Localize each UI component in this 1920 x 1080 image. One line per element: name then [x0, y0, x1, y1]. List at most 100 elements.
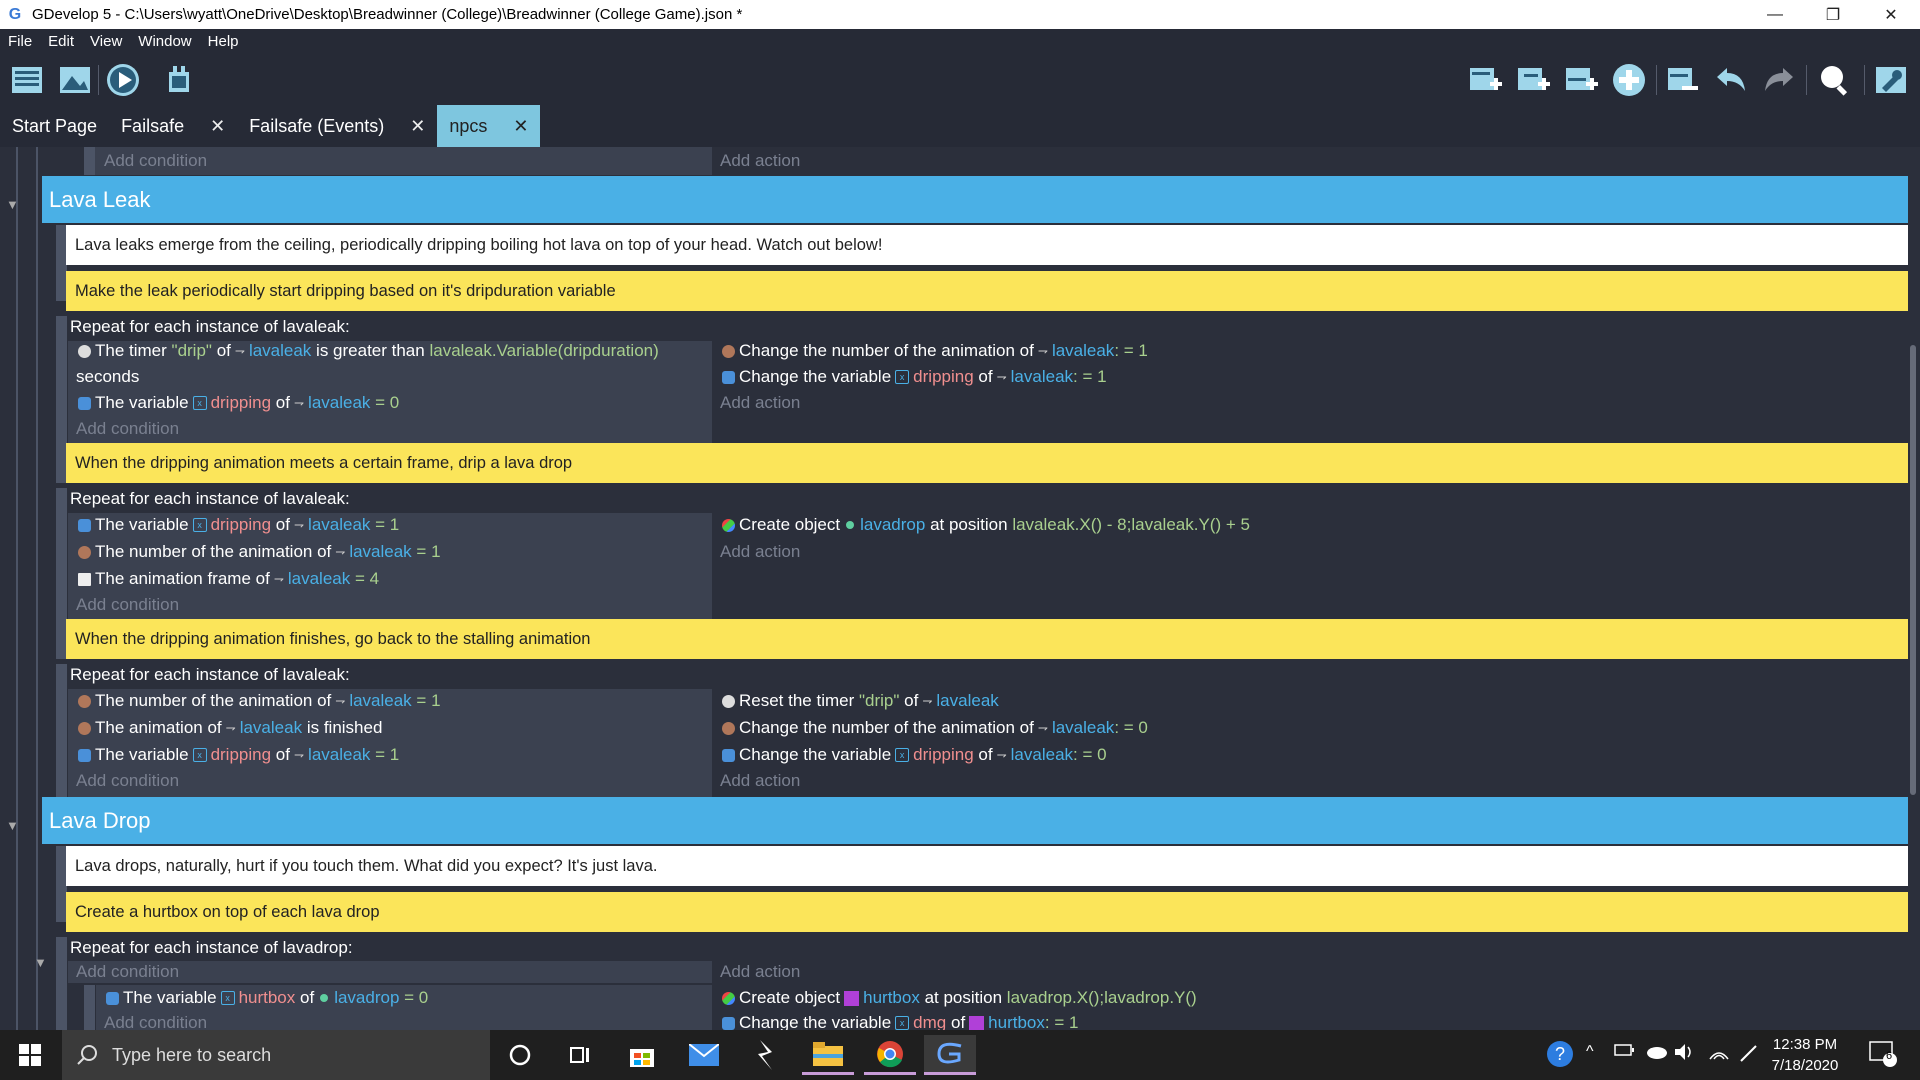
- action-change-variable[interactable]: Change the variable x dmg of hurtbox: = 1: [722, 1011, 1078, 1030]
- comment-event[interactable]: Lava leaks emerge from the ceiling, peri…: [66, 225, 1908, 265]
- condition-animation-number[interactable]: The number of the animation of ⇁ lavaleak …: [78, 540, 441, 564]
- condition-animation-frame[interactable]: The animation frame of ⇁ lavaleak = 4: [78, 567, 379, 591]
- close-icon[interactable]: ✕: [210, 116, 225, 137]
- condition-variable[interactable]: The variable x dripping of ⇁ lavaleak = 1: [78, 513, 399, 537]
- group-header-lava-leak[interactable]: Lava Leak: [42, 176, 1908, 223]
- delete-icon[interactable]: [1664, 61, 1702, 99]
- wifi-icon[interactable]: [1708, 1043, 1730, 1066]
- comment-event[interactable]: Create a hurtbox on top of each lava dro…: [66, 892, 1908, 932]
- project-manager-icon[interactable]: [8, 61, 46, 99]
- chrome-icon[interactable]: [864, 1035, 916, 1075]
- group-header-lava-drop[interactable]: Lava Drop: [42, 797, 1908, 844]
- volume-icon[interactable]: [1674, 1043, 1696, 1066]
- condition-animation-number[interactable]: The number of the animation of ⇁ lavaleak …: [78, 689, 441, 713]
- add-action-link[interactable]: Add action: [720, 391, 800, 415]
- menu-window[interactable]: Window: [130, 33, 199, 50]
- comment-event[interactable]: Lava drops, naturally, hurt if you touch…: [66, 846, 1908, 886]
- repeat-event-header[interactable]: Repeat for each instance of lavadrop:: [70, 938, 353, 958]
- vertical-scrollbar[interactable]: [1910, 345, 1916, 795]
- store-icon[interactable]: [616, 1035, 668, 1075]
- add-condition-link[interactable]: Add condition: [104, 149, 207, 173]
- add-condition-link[interactable]: Add condition: [104, 1011, 207, 1030]
- comment-event[interactable]: Make the leak periodically start drippin…: [66, 271, 1908, 311]
- cortana-icon[interactable]: [494, 1035, 546, 1075]
- windows-start-icon[interactable]: [4, 1035, 56, 1075]
- variable-icon: [78, 396, 91, 410]
- system-clock[interactable]: 12:38 PM 7/18/2020: [1760, 1034, 1850, 1076]
- animation-icon: [78, 721, 91, 735]
- collapse-arrow-icon[interactable]: ▼: [34, 955, 48, 970]
- action-create-object[interactable]: Create object hurtbox at position lavadro…: [722, 986, 1197, 1010]
- tab-label: Failsafe (Events): [249, 115, 385, 136]
- condition-variable[interactable]: The variable x hurtbox of lavadrop = 0: [106, 986, 428, 1010]
- add-condition-link[interactable]: Add condition: [76, 769, 179, 793]
- menu-view[interactable]: View: [82, 33, 130, 50]
- add-action-link[interactable]: Add action: [720, 769, 800, 793]
- menu-edit[interactable]: Edit: [40, 33, 82, 50]
- close-icon[interactable]: ✕: [513, 116, 528, 137]
- onedrive-icon[interactable]: [1644, 1043, 1668, 1064]
- pen-icon[interactable]: [1738, 1043, 1760, 1068]
- condition-variable[interactable]: The variable x dripping of ⇁ lavaleak = 1: [78, 743, 399, 767]
- add-event-icon[interactable]: [1466, 61, 1504, 99]
- tab-label: Failsafe: [121, 115, 185, 136]
- tab-npcs[interactable]: npcs ✕: [437, 105, 541, 147]
- debug-icon[interactable]: [160, 61, 198, 99]
- action-change-animation[interactable]: Change the number of the animation of ⇁ la…: [722, 339, 1148, 363]
- undo-icon[interactable]: [1712, 61, 1750, 99]
- action-reset-timer[interactable]: Reset the timer "drip" of ⇁ lavaleak: [722, 689, 999, 713]
- add-icon[interactable]: [1610, 61, 1648, 99]
- action-change-animation[interactable]: Change the number of the animation of ⇁ la…: [722, 716, 1148, 740]
- app-icon[interactable]: [740, 1035, 792, 1075]
- collapse-arrow-icon[interactable]: ▼: [6, 197, 20, 212]
- help-icon[interactable]: ?: [1546, 1040, 1574, 1073]
- action-change-variable[interactable]: Change the variable x dripping of ⇁ lavaleak…: [722, 365, 1107, 389]
- close-window-button[interactable]: ✕: [1862, 0, 1920, 29]
- condition-variable[interactable]: The variable x dripping of ⇁ lavaleak = 0: [78, 391, 399, 415]
- add-condition-link[interactable]: Add condition: [76, 960, 179, 984]
- settings-icon[interactable]: [1872, 61, 1910, 99]
- add-condition-link[interactable]: Add condition: [76, 417, 179, 441]
- tab-start-page[interactable]: Start Page: [0, 105, 109, 147]
- action-change-variable[interactable]: Change the variable x dripping of ⇁ lavaleak…: [722, 743, 1107, 767]
- repeat-event-header[interactable]: Repeat for each instance of lavaleak:: [70, 665, 350, 685]
- comment-event[interactable]: When the dripping animation finishes, go…: [66, 619, 1908, 659]
- tab-failsafe-events[interactable]: Failsafe (Events) ✕: [237, 105, 437, 147]
- add-other-event-icon[interactable]: [1562, 61, 1600, 99]
- battery-icon[interactable]: [1614, 1043, 1634, 1062]
- add-action-link[interactable]: Add action: [720, 149, 800, 173]
- file-explorer-icon[interactable]: [802, 1035, 854, 1075]
- gdevelop-icon[interactable]: [924, 1035, 976, 1075]
- action-create-object[interactable]: Create object lavadrop at position lavale…: [722, 513, 1250, 537]
- redo-icon[interactable]: [1760, 61, 1798, 99]
- object-sprite-icon: [846, 521, 855, 529]
- animation-icon: [78, 694, 91, 708]
- preview-icon[interactable]: [104, 61, 142, 99]
- add-condition-link[interactable]: Add condition: [76, 593, 179, 617]
- scene-icon[interactable]: [56, 61, 94, 99]
- menu-file[interactable]: File: [0, 33, 40, 50]
- events-sheet[interactable]: Add condition Add action ▼ Lava Leak Lav…: [0, 147, 1920, 1030]
- object-arrow-icon: ⇁: [293, 396, 305, 410]
- collapse-arrow-icon[interactable]: ▼: [6, 818, 20, 833]
- add-action-link[interactable]: Add action: [720, 540, 800, 564]
- condition-animation-finished[interactable]: The animation of ⇁ lavaleak is finished: [78, 716, 382, 740]
- task-view-icon[interactable]: [554, 1035, 606, 1075]
- search-icon[interactable]: [1816, 61, 1854, 99]
- comment-event[interactable]: When the dripping animation meets a cert…: [66, 443, 1908, 483]
- maximize-button[interactable]: ❐: [1804, 0, 1862, 29]
- minimize-button[interactable]: —: [1746, 0, 1804, 29]
- close-icon[interactable]: ✕: [410, 116, 425, 137]
- add-action-link[interactable]: Add action: [720, 960, 800, 984]
- notifications-icon[interactable]: 6: [1868, 1040, 1898, 1073]
- chevron-up-icon[interactable]: ^: [1586, 1043, 1594, 1061]
- tab-failsafe[interactable]: Failsafe ✕: [109, 105, 237, 147]
- menu-help[interactable]: Help: [200, 33, 247, 50]
- object-arrow-icon: ⇁: [1037, 721, 1048, 735]
- repeat-event-header[interactable]: Repeat for each instance of lavaleak:: [70, 489, 350, 509]
- mail-icon[interactable]: [678, 1035, 730, 1075]
- repeat-event-header[interactable]: Repeat for each instance of lavaleak:: [70, 317, 350, 337]
- taskbar-search-input[interactable]: Type here to search: [62, 1030, 490, 1080]
- add-subevent-icon[interactable]: [1514, 61, 1552, 99]
- condition-timer[interactable]: The timer "drip" of ⇁ lavaleak is greater …: [78, 339, 659, 363]
